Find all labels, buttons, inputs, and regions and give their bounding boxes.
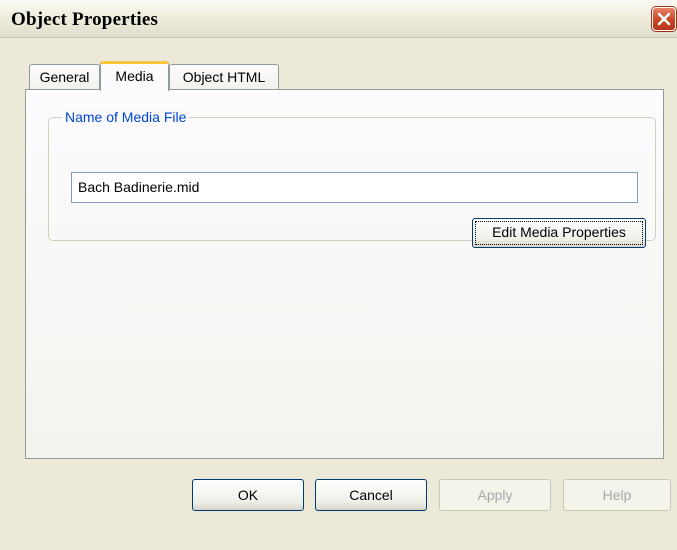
window-title: Object Properties: [11, 9, 159, 30]
tab-general[interactable]: General: [29, 64, 100, 90]
media-tab-panel: Name of Media File Bach Badinerie.mid Ed…: [25, 89, 664, 459]
close-button[interactable]: [652, 7, 676, 31]
close-icon: [657, 12, 671, 26]
media-file-group: Name of Media File Bach Badinerie.mid Ed…: [48, 108, 656, 248]
edit-media-properties-button[interactable]: Edit Media Properties: [472, 218, 646, 248]
apply-button[interactable]: Apply: [439, 479, 551, 511]
cancel-button[interactable]: Cancel: [315, 479, 427, 511]
tab-media[interactable]: Media: [100, 61, 169, 91]
tab-object-html[interactable]: Object HTML: [169, 64, 279, 90]
help-button[interactable]: Help: [563, 479, 671, 511]
title-bar[interactable]: Object Properties: [0, 0, 677, 38]
media-file-name-field[interactable]: Bach Badinerie.mid: [71, 172, 638, 203]
ok-button[interactable]: OK: [192, 479, 304, 511]
group-label: Name of Media File: [62, 108, 190, 126]
